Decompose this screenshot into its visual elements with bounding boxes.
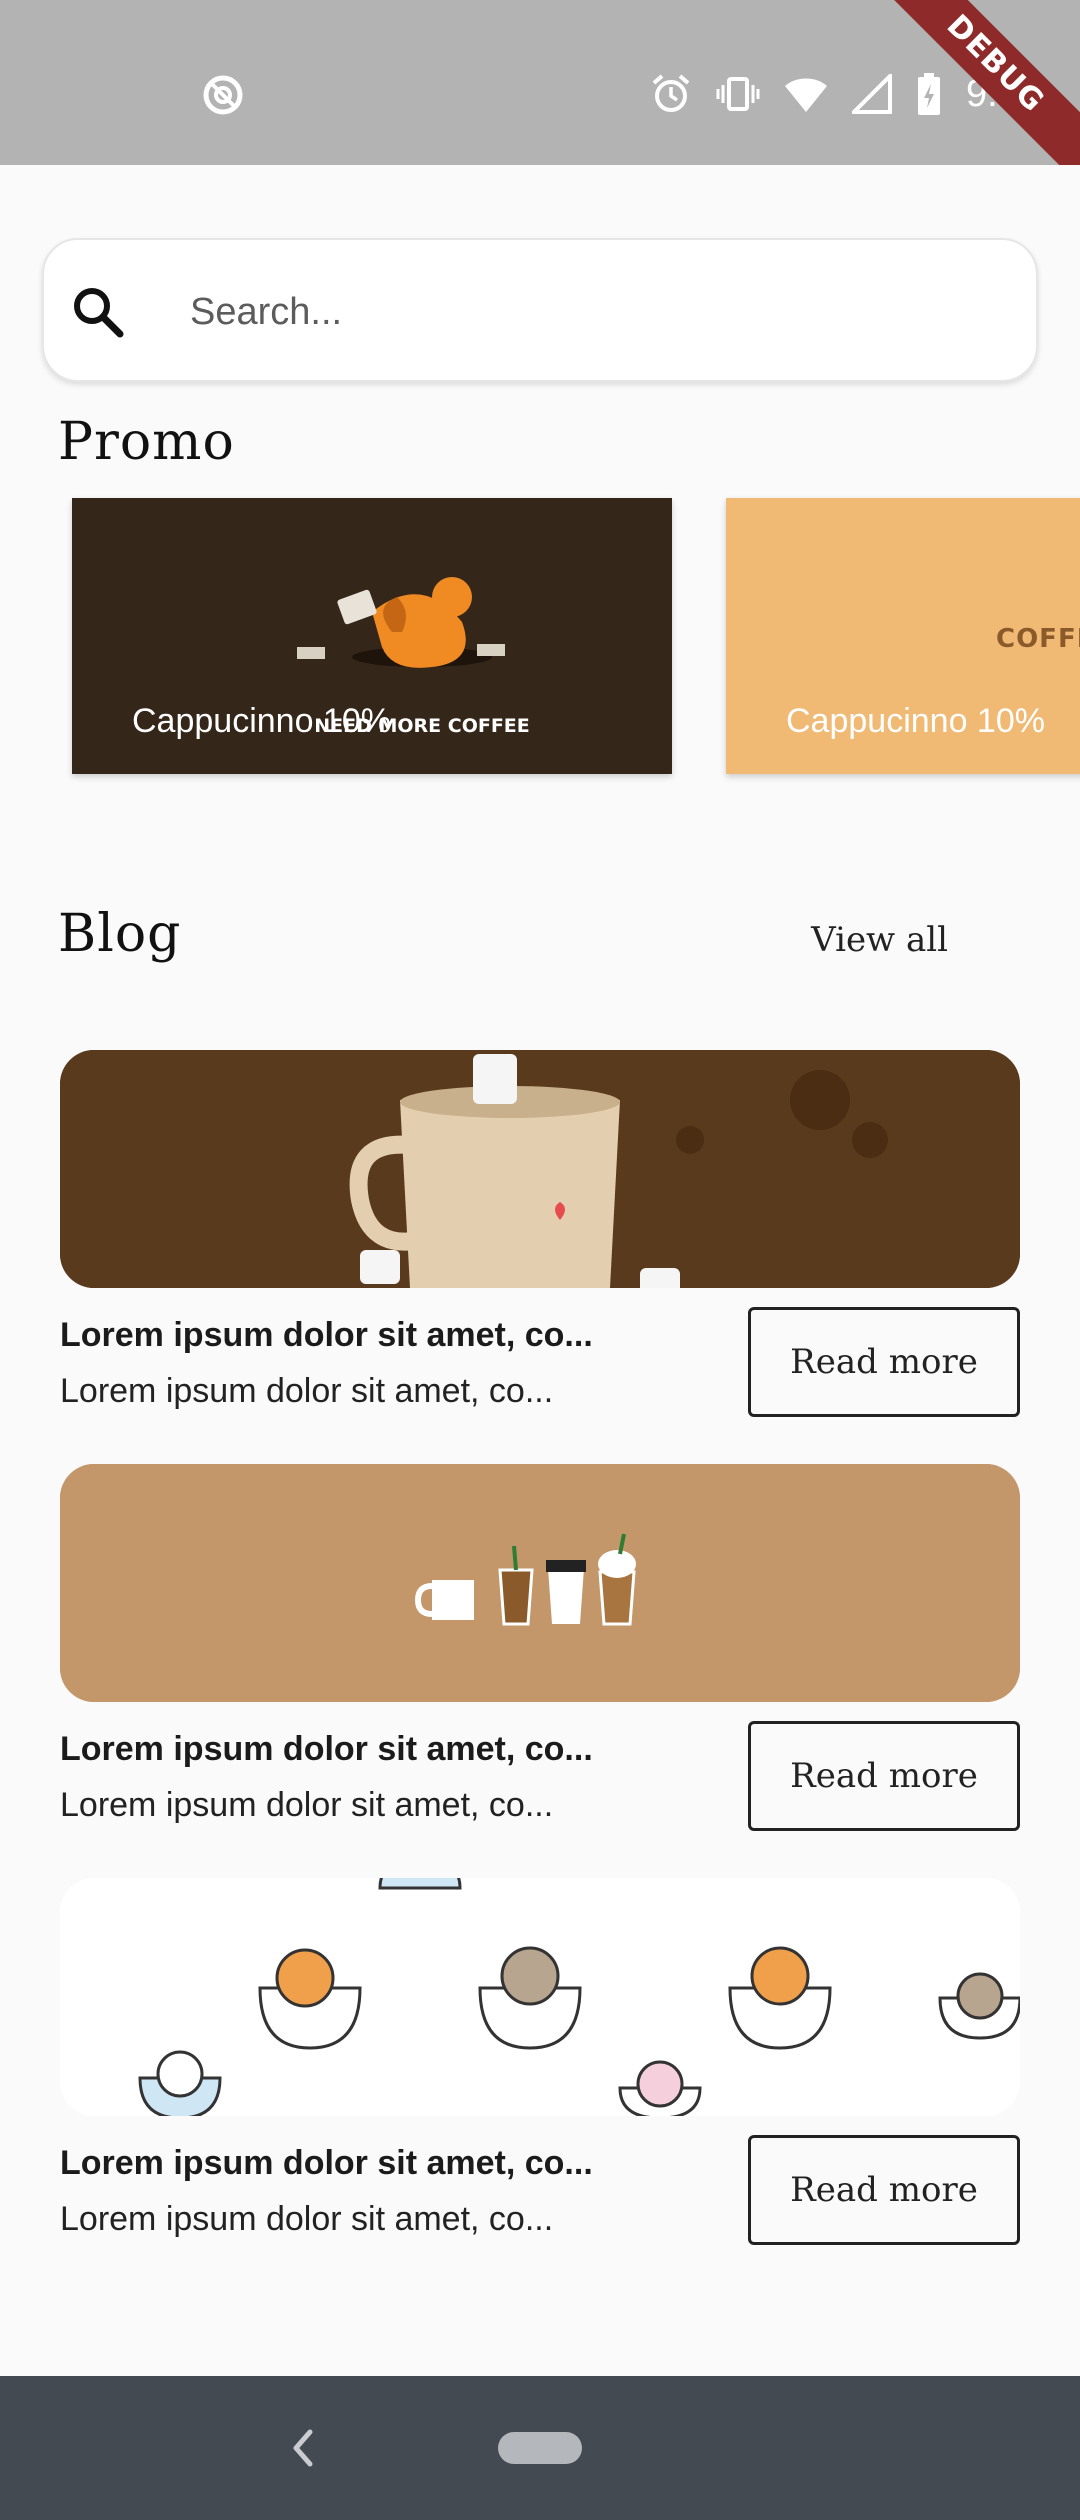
search-input[interactable] xyxy=(190,272,1010,352)
vibrate-icon xyxy=(716,77,760,111)
read-more-button[interactable]: Read more xyxy=(748,2135,1020,2245)
blog-image-marshmallow-mug[interactable] xyxy=(60,1050,1020,1288)
blog-image-cats-in-cups[interactable] xyxy=(60,1878,1020,2116)
promo-art-text: COFFEE xyxy=(996,624,1080,654)
sync-off-icon xyxy=(203,75,243,115)
home-pill[interactable] xyxy=(498,2432,582,2464)
wifi-icon xyxy=(785,78,828,112)
blog-title: Lorem ipsum dolor sit amet, co... xyxy=(60,1730,593,1768)
status-bar: 9:16 DEBUG xyxy=(0,0,1080,165)
promo-heading: Promo xyxy=(58,412,235,472)
back-icon[interactable] xyxy=(282,2422,322,2474)
navigation-bar xyxy=(0,2376,1080,2520)
coffee-cups-illustration xyxy=(60,1464,1020,1702)
search-bar[interactable] xyxy=(42,238,1038,382)
read-more-button[interactable]: Read more xyxy=(748,1307,1020,1417)
signal-icon xyxy=(852,74,893,114)
promo-card-1[interactable]: NEED MORE COFFEE Cappucinno 10% xyxy=(72,498,672,774)
alarm-icon xyxy=(652,74,690,112)
blog-subtitle: Lorem ipsum dolor sit amet, co... xyxy=(60,1372,554,1410)
promo-label: Cappucinno 10% xyxy=(132,702,391,740)
cats-in-cups-illustration xyxy=(60,1878,1020,2116)
blog-subtitle: Lorem ipsum dolor sit amet, co... xyxy=(60,2200,554,2238)
battery-icon xyxy=(918,73,941,115)
promo-label: Cappucinno 10% xyxy=(786,702,1045,740)
blog-subtitle: Lorem ipsum dolor sit amet, co... xyxy=(60,1786,554,1824)
search-icon[interactable] xyxy=(68,282,128,342)
blog-image-coffee-cups[interactable] xyxy=(60,1464,1020,1702)
view-all-link[interactable]: View all xyxy=(811,920,948,960)
blog-title: Lorem ipsum dolor sit amet, co... xyxy=(60,1316,593,1354)
promo-card-2[interactable]: COFFEE Cappucinno 10% xyxy=(726,498,1080,774)
blog-title: Lorem ipsum dolor sit amet, co... xyxy=(60,2144,593,2182)
marshmallow-mug-illustration xyxy=(60,1050,1020,1288)
read-more-button[interactable]: Read more xyxy=(748,1721,1020,1831)
blog-heading: Blog xyxy=(58,904,182,964)
